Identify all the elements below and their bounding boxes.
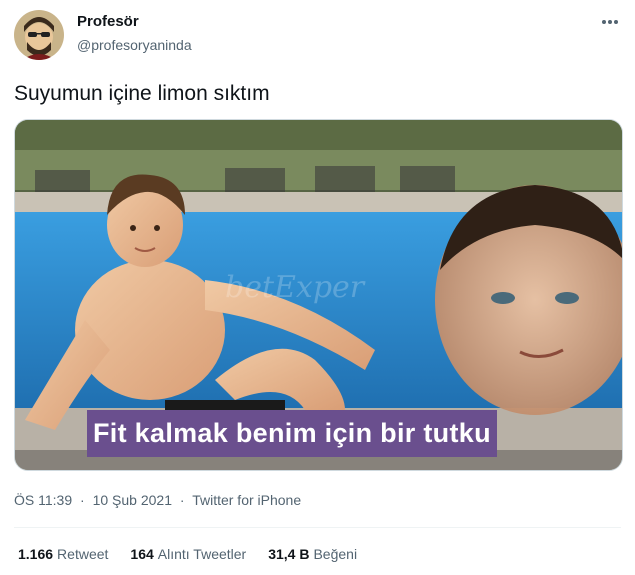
watermark-text: betExper: [225, 270, 365, 305]
more-horizontal-icon[interactable]: [596, 12, 624, 32]
like-stat[interactable]: 31,4 B Beğeni: [268, 546, 357, 562]
like-count: 31,4 B: [268, 546, 310, 562]
quote-label: Alıntı Tweetler: [157, 546, 247, 562]
tweet-time[interactable]: ÖS 11:39: [14, 492, 72, 508]
image-caption: Fit kalmak benim için bir tutku: [87, 410, 497, 457]
tweet-text: Suyumun içine limon sıktım: [14, 82, 270, 105]
tweet-media-image[interactable]: betExper Fit kalmak benim için bir tutku: [14, 119, 623, 471]
user-handle[interactable]: @profesoryaninda: [77, 37, 192, 53]
display-name[interactable]: Profesör: [77, 13, 139, 30]
quote-count: 164: [130, 546, 154, 562]
retweet-count: 1.166: [18, 546, 54, 562]
tweet-date[interactable]: 10 Şub 2021: [93, 492, 172, 508]
like-label: Beğeni: [313, 546, 358, 562]
retweet-stat[interactable]: 1.166 Retweet: [18, 546, 108, 562]
tweet-stats: 1.166 Retweet 164 Alıntı Tweetler 31,4 B Be…: [18, 546, 379, 562]
meta-separator: ·: [80, 492, 85, 508]
quote-stat[interactable]: 164 Alıntı Tweetler: [130, 546, 246, 562]
tweet-source[interactable]: Twitter for iPhone: [192, 492, 301, 508]
divider: [14, 527, 621, 528]
retweet-label: Retweet: [57, 546, 109, 562]
meta-separator: ·: [179, 492, 185, 508]
tweet-metadata: ÖS 11:39 · 10 Şub 2021 · Twitter for iPh…: [14, 492, 301, 508]
avatar[interactable]: [14, 10, 64, 60]
